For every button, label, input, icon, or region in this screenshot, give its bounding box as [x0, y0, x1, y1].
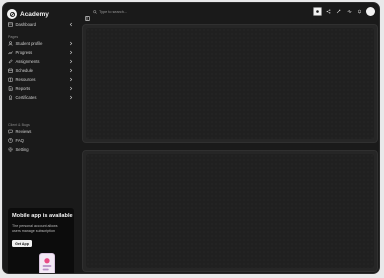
topbar-actions [312, 7, 375, 16]
sidebar-item-certificates[interactable]: Certificates [6, 93, 75, 102]
search-placeholder: Type to search... [99, 10, 128, 14]
theme-toggle-icon[interactable] [313, 7, 322, 16]
sidebar-item-label: Reviews [15, 129, 32, 134]
sidebar-item-label: Resources [15, 77, 36, 82]
promo-description: The personal account allows users manage… [12, 224, 58, 233]
activity-icon[interactable] [345, 7, 354, 16]
chat-icon [8, 129, 13, 134]
chevron-right-icon [69, 41, 73, 46]
sidebar-item-label: Setting [15, 147, 29, 152]
chevron-right-icon [69, 59, 73, 64]
sidebar-item-schedule[interactable]: Schedule [6, 66, 75, 75]
chevron-right-icon [69, 95, 73, 100]
book-icon [8, 77, 13, 82]
brand[interactable]: Academy [7, 8, 49, 20]
chevron-right-icon [69, 68, 73, 73]
card-placeholder [86, 28, 374, 139]
sidebar-item-label: Reports [15, 86, 31, 91]
avatar[interactable] [366, 7, 375, 16]
chevron-right-icon [69, 50, 73, 55]
gear-icon [8, 147, 13, 152]
sidebar-item-progress[interactable]: Progress [6, 48, 75, 57]
promo-title: Mobile app is available [12, 213, 73, 219]
mobile-app-promo: Mobile app is available The personal acc… [8, 208, 74, 273]
sidebar: Academy Dashboard Pages Student profile [3, 3, 78, 273]
share-icon[interactable] [324, 7, 333, 16]
content-card-top [82, 24, 378, 143]
search-input[interactable]: Type to search... [93, 8, 127, 16]
chevron-right-icon [69, 77, 73, 82]
brand-name: Academy [20, 10, 49, 18]
sidebar-item-student-profile[interactable]: Student profile [6, 39, 75, 48]
calendar-icon [8, 68, 13, 73]
chart-icon [8, 50, 13, 55]
sidebar-item-setting[interactable]: Setting [6, 145, 75, 154]
collapse-icon[interactable] [69, 22, 73, 27]
sidebar-item-label: FAQ [15, 138, 24, 143]
sidebar-item-label: Progress [15, 50, 33, 55]
section-label-client: Client & Bugs [8, 123, 30, 127]
sidebar-item-faq[interactable]: FAQ [6, 136, 75, 145]
dashboard-icon [8, 22, 13, 27]
sidebar-item-reports[interactable]: Reports [6, 84, 75, 93]
content-card-bottom [82, 150, 378, 272]
sidebar-item-label: Dashboard [15, 22, 37, 27]
notification-bell-icon[interactable] [355, 7, 364, 16]
sidebar-item-dashboard[interactable]: Dashboard [6, 20, 75, 29]
sidebar-toggle-icon[interactable] [85, 8, 90, 21]
sidebar-item-assignments[interactable]: Assignments [6, 57, 75, 66]
question-icon [8, 138, 13, 143]
sidebar-item-reviews[interactable]: Reviews [6, 127, 75, 136]
settings-icon[interactable] [334, 7, 343, 16]
app-window: Academy Dashboard Pages Student profile [2, 2, 380, 274]
sidebar-item-label: Student profile [15, 41, 43, 46]
sidebar-item-label: Assignments [15, 59, 40, 64]
pencil-icon [8, 59, 13, 64]
card-placeholder [86, 154, 374, 268]
get-app-button[interactable]: Get App [12, 240, 32, 247]
topbar: Type to search... [78, 3, 379, 21]
brand-logo-icon [7, 9, 17, 19]
document-icon [8, 86, 13, 91]
section-label-pages: Pages [8, 35, 19, 39]
sidebar-item-resources[interactable]: Resources [6, 75, 75, 84]
sidebar-item-label: Schedule [15, 68, 33, 73]
chevron-right-icon [69, 86, 73, 91]
person-icon [8, 41, 13, 46]
certificate-icon [8, 95, 13, 100]
phone-illustration [39, 253, 55, 273]
sidebar-item-label: Certificates [15, 95, 37, 100]
search-icon [93, 10, 97, 14]
